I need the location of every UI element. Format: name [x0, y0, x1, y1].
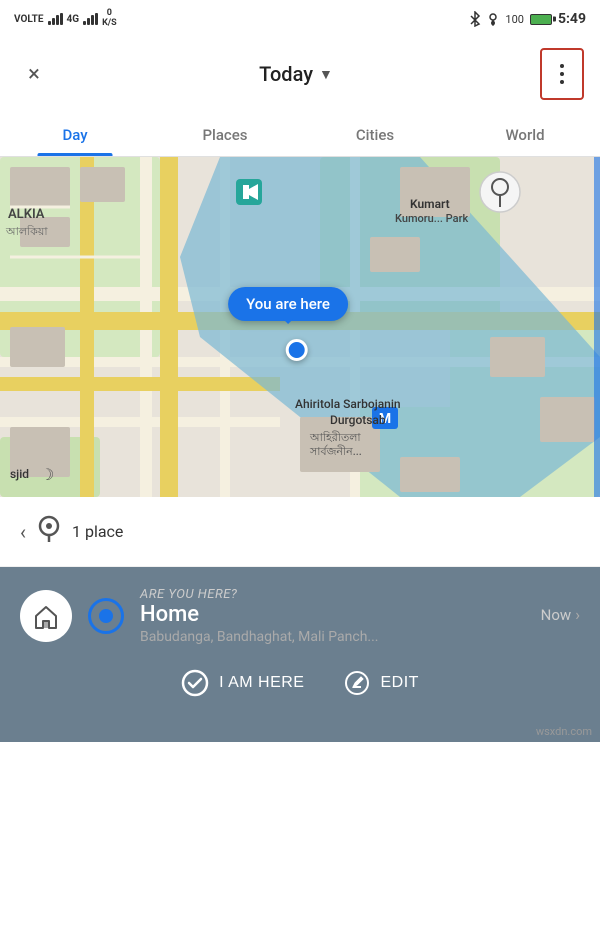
signal-bars — [48, 13, 63, 25]
places-count: 1 place — [72, 522, 123, 541]
location-dot-inner — [99, 609, 113, 623]
check-icon — [181, 669, 209, 697]
wifi-signal — [83, 13, 98, 25]
top-bar: × Today ▼ — [0, 36, 600, 112]
alkia-label: ALKIA — [8, 207, 44, 222]
status-right: 100 5:49 — [469, 11, 586, 27]
watermark: wsxdn.com — [0, 721, 600, 742]
kumart-park-label: Kumoru... Park — [395, 212, 468, 225]
alkia-bengali-label: আলকিয়া — [6, 223, 48, 242]
back-arrow-button[interactable]: ‹ — [20, 520, 26, 544]
are-you-here-label: ARE YOU HERE? — [140, 587, 580, 602]
info-bar: ‹ 1 place — [0, 497, 600, 567]
title-dropdown-arrow[interactable]: ▼ — [319, 66, 333, 83]
status-bar: VOLTE 4G 0K/S 100 5:49 — [0, 0, 600, 36]
i-am-here-label: I AM HERE — [219, 674, 304, 692]
mosque-icon: ☽ — [40, 465, 54, 484]
kumart-label: Kumart — [410, 197, 450, 211]
location-dot — [286, 339, 308, 361]
location-card: ARE YOU HERE? Home Now › Babudanga, Band… — [0, 567, 600, 721]
data-speed: 0K/S — [102, 9, 117, 29]
pin-icon — [38, 515, 60, 548]
now-text: Now › — [541, 605, 580, 624]
edit-button[interactable]: EDIT — [344, 669, 418, 697]
status-left: VOLTE 4G 0K/S — [14, 9, 117, 29]
tab-world[interactable]: World — [450, 112, 600, 156]
tab-places[interactable]: Places — [150, 112, 300, 156]
tab-day[interactable]: Day — [0, 112, 150, 156]
page-title: Today — [259, 62, 313, 86]
map-background: M — [0, 157, 600, 497]
ahiritola-label: Ahiritola Sarbojanin — [295, 397, 401, 411]
map-view[interactable]: M ALKIA আলকিয়া Kumart Kumoru... Park Ah… — [0, 157, 600, 497]
card-main-row: ARE YOU HERE? Home Now › Babudanga, Band… — [20, 587, 580, 645]
tab-cities[interactable]: Cities — [300, 112, 450, 156]
bluetooth-icon — [469, 11, 481, 27]
edit-icon — [344, 670, 370, 696]
home-icon — [32, 602, 60, 630]
bengali-label2: সার্বজনীন... — [310, 443, 362, 462]
close-button[interactable]: × — [16, 62, 52, 87]
location-icon — [487, 12, 499, 26]
dot3 — [560, 80, 564, 84]
dot1 — [560, 64, 564, 68]
map-pin-icon — [38, 515, 60, 543]
map-edge — [594, 157, 600, 497]
i-am-here-button[interactable]: I AM HERE — [181, 669, 304, 697]
battery-icon — [530, 14, 552, 25]
place-address: Babudanga, Bandhaghat, Mali Panch... — [140, 629, 580, 645]
carrier-label: VOLTE — [14, 14, 44, 25]
action-buttons: I AM HERE EDIT — [20, 669, 580, 697]
dot2 — [560, 72, 564, 76]
durgotsab-label: Durgotsab — [330, 413, 386, 427]
place-name-row: Home Now › — [140, 602, 580, 627]
edit-label: EDIT — [380, 674, 418, 692]
card-text: ARE YOU HERE? Home Now › Babudanga, Band… — [140, 587, 580, 645]
more-options-button[interactable] — [540, 48, 584, 100]
home-avatar — [20, 590, 72, 642]
tab-bar: Day Places Cities World — [0, 112, 600, 157]
place-name: Home — [140, 602, 199, 627]
title-area: Today ▼ — [259, 62, 333, 86]
time-display: 5:49 — [558, 11, 586, 27]
4g-label: 4G — [67, 14, 80, 25]
chevron-right-icon[interactable]: › — [575, 605, 580, 624]
you-are-here-bubble: You are here — [228, 287, 348, 321]
location-ring — [88, 598, 124, 634]
sjid-label: sjid — [10, 467, 29, 481]
battery-label: 100 — [505, 13, 524, 26]
